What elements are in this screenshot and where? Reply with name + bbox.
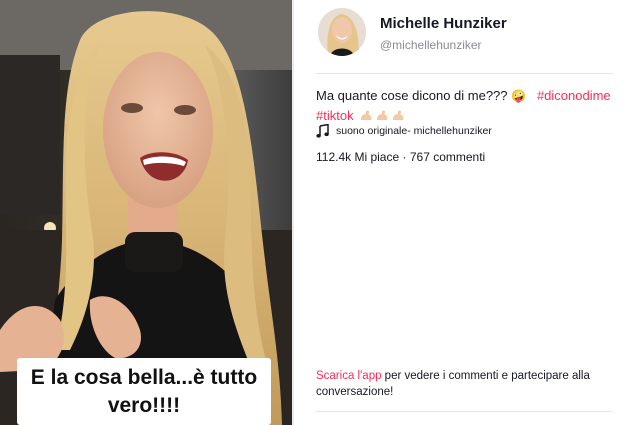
music-label: suono originale- michellehunziker — [336, 125, 492, 137]
music-note-icon — [316, 124, 329, 138]
music-link[interactable]: suono originale- michellehunziker — [316, 123, 492, 139]
post-stats: 112.4k Mi piace · 767 commenti — [316, 150, 485, 164]
download-app-prompt: Scarica l'app per vedere i commenti e pa… — [316, 368, 628, 400]
likes-count: 112.4k Mi piace — [316, 150, 400, 164]
author-avatar[interactable] — [318, 8, 366, 56]
description-text: Ma quante cose dicono di me??? — [316, 88, 508, 103]
comments-count: 767 commenti — [409, 150, 486, 164]
muscle-icon — [361, 110, 372, 120]
stats-separator: · — [402, 150, 407, 164]
zany-face-emoji: 🤪 — [511, 89, 527, 103]
panel-divider — [292, 0, 294, 425]
download-app-link[interactable]: Scarica l'app — [316, 370, 381, 382]
post-description: Ma quante cose dicono di me??? 🤪 #dicono… — [316, 86, 616, 125]
video-caption-line1: E la cosa bella...è tutto — [30, 366, 258, 389]
hashtag-diconodime[interactable]: #diconodime — [537, 88, 611, 103]
muscle-icon — [377, 110, 388, 120]
hashtag-tiktok[interactable]: #tiktok — [316, 108, 354, 123]
author-display-name[interactable]: Michelle Hunziker — [380, 15, 507, 32]
footer-divider — [316, 411, 613, 412]
video-caption: E la cosa bella...è tutto vero!!!! — [17, 364, 271, 420]
video-player[interactable]: E la cosa bella...è tutto vero!!!! — [0, 0, 292, 425]
muscle-icon — [393, 110, 404, 120]
video-caption-line2: vero!!!! — [107, 394, 181, 417]
header-divider — [316, 73, 613, 74]
author-handle[interactable]: @michellehunziker — [380, 38, 482, 52]
